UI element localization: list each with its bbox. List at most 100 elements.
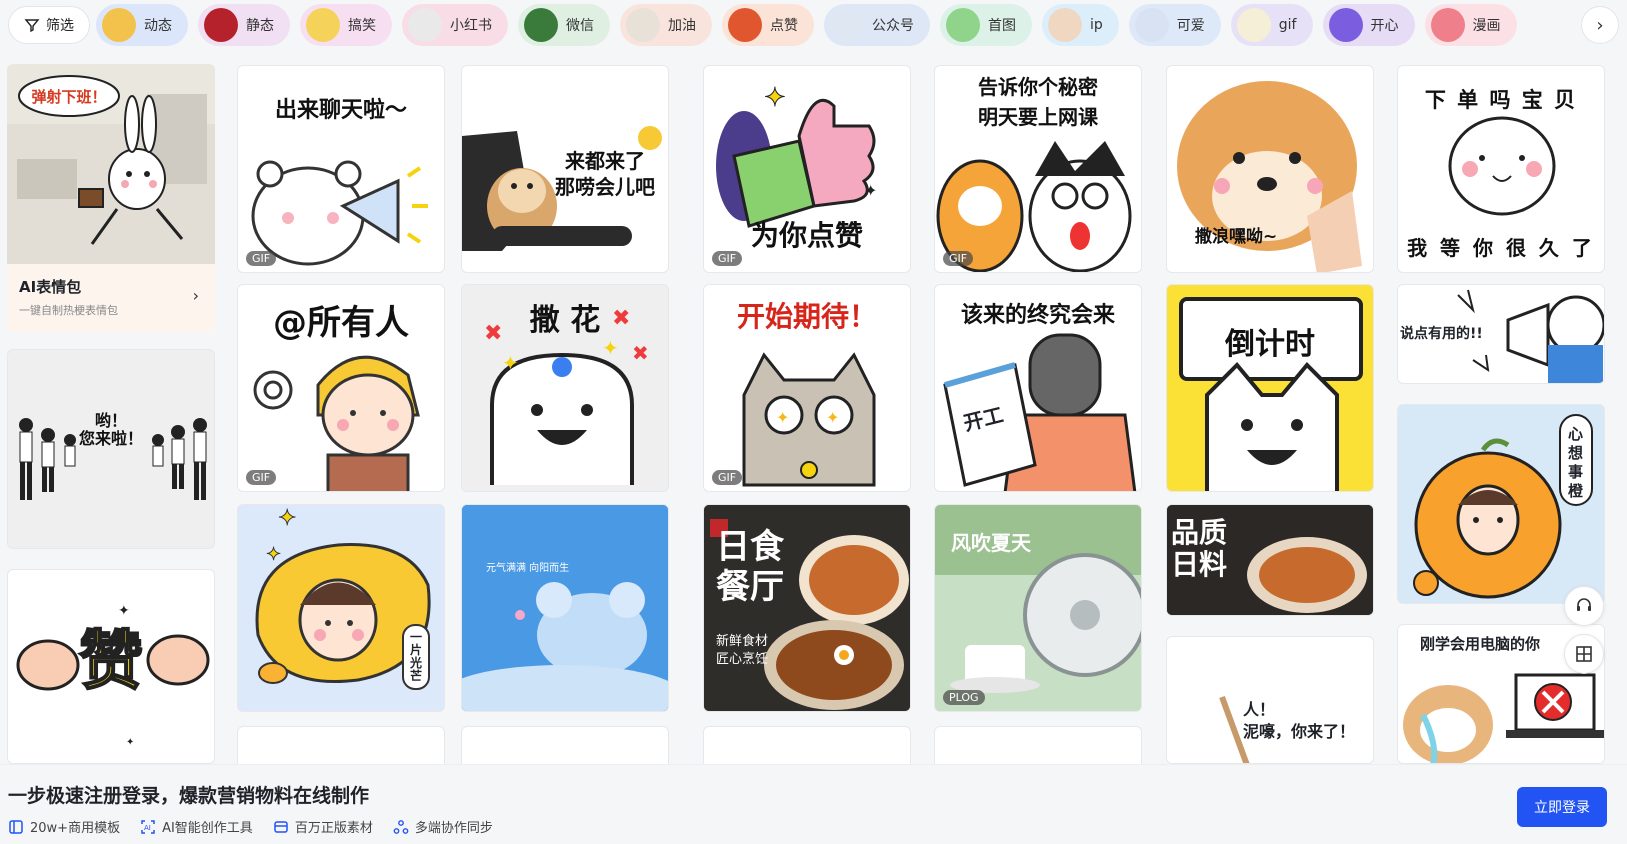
- sticker-card[interactable]: 人！ 泥嚎，你来了！: [1166, 636, 1374, 764]
- category-chip[interactable]: 开心: [1322, 4, 1415, 46]
- sticker-card[interactable]: [461, 726, 669, 764]
- sticker-card[interactable]: 来都来了 那唠会儿吧: [461, 65, 669, 273]
- ai-sticker-card[interactable]: 弹射下班！ AI表情包 一键自制热梗表情包 ›: [7, 64, 215, 332]
- chip-label: 小红书: [450, 18, 492, 34]
- template-icon: [9, 819, 23, 834]
- feature-label: 20w+商用模板: [30, 821, 121, 836]
- register-promo-bar: 一步极速注册登录，爆款营销物料在线制作 20w+商用模板 AI AI智能创作工具…: [0, 764, 1627, 844]
- chip-label: 静态: [246, 18, 274, 34]
- customer-service-button[interactable]: [1564, 586, 1604, 626]
- sticker-card[interactable]: 出来聊天啦～ GIF: [237, 65, 445, 273]
- cloud-bear-illustration: [462, 505, 668, 711]
- chip-thumbnail: [728, 8, 762, 42]
- sticker-card[interactable]: ✦ ✦ 为你点赞 GIF: [703, 65, 911, 273]
- feature-ai: AI AI智能创作工具: [140, 817, 253, 836]
- chip-thumbnail: [408, 8, 442, 42]
- svg-text:✦: ✦: [776, 408, 789, 427]
- sticker-caption: 该来的终究会来: [960, 303, 1115, 328]
- category-chip[interactable]: 公众号: [824, 4, 930, 46]
- sticker-card[interactable]: 元气满满 向阳而生: [461, 504, 669, 712]
- gif-badge: GIF: [943, 251, 974, 266]
- sticker-card[interactable]: 该来的终究会来 开工: [934, 284, 1142, 492]
- feature-templates: 20w+商用模板: [8, 817, 120, 836]
- sticker-caption: 元气满满 向阳而生: [486, 563, 570, 574]
- sticker-card[interactable]: 下 单 吗 宝 贝 我 等 你 很 久 了: [1397, 65, 1605, 273]
- sticker-card[interactable]: 品质 日料: [1166, 504, 1374, 616]
- category-bar: 筛选 动态 静态 搞笑 小红书 微信 加油 点赞 公众号 首图 ip 可爱 gif 开心 漫画 ›: [0, 0, 1627, 50]
- chip-label: 加油: [668, 18, 696, 34]
- category-chip[interactable]: 静态: [198, 4, 290, 46]
- grid-icon: [1576, 646, 1592, 662]
- promo-title: 一步极速注册登录，爆款营销物料在线制作: [8, 785, 370, 807]
- svg-text:✦: ✦: [864, 181, 877, 200]
- sticker-caption: 品质 日料: [1171, 516, 1228, 581]
- sticker-card[interactable]: [237, 726, 445, 764]
- sticker-caption: 开始期待！: [736, 300, 877, 333]
- sticker-card[interactable]: 说点有用的!!: [1397, 284, 1605, 384]
- gif-badge: GIF: [712, 470, 743, 485]
- sticker-card[interactable]: 哟！ 您来啦！: [7, 349, 215, 549]
- sticker-card[interactable]: 开始期待！ ✦ ✦ GIF: [703, 284, 911, 492]
- ai-card-illustration: 弹射下班！: [7, 64, 215, 264]
- chip-thumbnail: [1328, 8, 1363, 42]
- category-chip[interactable]: 可爱: [1128, 4, 1221, 46]
- sticker-caption: @所有人: [273, 303, 409, 343]
- chip-label: 可爱: [1176, 18, 1205, 34]
- ai-card-art-text: 弹射下班！: [31, 88, 106, 106]
- rabbit-illustration: 弹射下班！: [7, 75, 215, 264]
- chip-label: 公众号: [872, 18, 914, 34]
- ai-card-subtitle: 一键自制热梗表情包: [19, 304, 118, 317]
- chips-next-button[interactable]: ›: [1581, 6, 1619, 44]
- sticker-card[interactable]: [703, 726, 911, 764]
- category-chip[interactable]: 微信: [518, 4, 610, 46]
- chip-label: ip: [1090, 17, 1103, 33]
- gif-badge: GIF: [246, 470, 277, 485]
- login-button[interactable]: 立即登录: [1517, 787, 1607, 827]
- sticker-card[interactable]: 心想事橙: [1397, 404, 1605, 604]
- sticker-card[interactable]: @所有人 GIF: [237, 284, 445, 492]
- category-chip[interactable]: ip: [1042, 4, 1119, 46]
- chip-label: 动态: [144, 18, 172, 34]
- chip-thumbnail: [306, 8, 340, 42]
- sticker-card[interactable]: 日食 餐厅 新鲜食材 匠心烹饪: [703, 504, 911, 712]
- sticker-caption: 风吹夏天: [951, 531, 1031, 555]
- svg-text:✦: ✦: [602, 336, 619, 360]
- sticker-card[interactable]: ✦ ✦ 赞: [7, 569, 215, 764]
- filter-button[interactable]: 筛选: [8, 6, 90, 44]
- sticker-card[interactable]: 风吹夏天 PLOG: [934, 504, 1142, 712]
- sync-icon: [393, 819, 409, 834]
- chip-thumbnail: [524, 8, 558, 42]
- sticker-card[interactable]: 撒 花 ✖ ✖ ✖ ✦ ✦: [461, 284, 669, 492]
- chip-label: 点赞: [770, 18, 798, 34]
- sticker-card[interactable]: 告诉你个秘密 明天要上网课 GIF: [934, 65, 1142, 273]
- feature-assets: 百万正版素材: [273, 817, 373, 836]
- chip-label: 搞笑: [348, 18, 376, 34]
- category-chip[interactable]: 加油: [620, 4, 712, 46]
- chip-label: 微信: [566, 18, 594, 34]
- category-chip[interactable]: 动态: [96, 4, 188, 46]
- layout-toggle-button[interactable]: [1564, 634, 1604, 674]
- sticker-card[interactable]: 倒计时: [1166, 284, 1374, 492]
- svg-text:✦: ✦: [126, 737, 134, 748]
- feature-sync: 多端协作同步: [393, 817, 493, 836]
- category-chip[interactable]: 小红书: [402, 4, 508, 46]
- category-chip[interactable]: gif: [1230, 4, 1313, 46]
- ai-card-title: AI表情包: [19, 278, 82, 296]
- sticker-subcaption: 新鲜食材 匠心烹饪: [716, 634, 769, 667]
- category-chip[interactable]: 漫画: [1424, 4, 1517, 46]
- chip-thumbnail: [1134, 8, 1169, 42]
- feature-label: AI智能创作工具: [162, 821, 253, 836]
- category-chip[interactable]: 首图: [940, 4, 1032, 46]
- sticker-caption: 人！ 泥嚎，你来了！: [1243, 700, 1356, 741]
- category-chip[interactable]: 点赞: [722, 4, 814, 46]
- chip-label: gif: [1278, 17, 1297, 33]
- category-chip[interactable]: 搞笑: [300, 4, 392, 46]
- chip-thumbnail: [626, 8, 660, 42]
- promo-features: 20w+商用模板 AI AI智能创作工具 百万正版素材 多端协作同步: [8, 817, 493, 836]
- sticker-card[interactable]: 撒浪嘿呦~: [1166, 65, 1374, 273]
- sticker-caption: 一片光芒: [410, 630, 423, 683]
- sticker-caption: 出来聊天啦～: [274, 98, 407, 123]
- chip-thumbnail: [204, 8, 238, 42]
- sticker-card[interactable]: [934, 726, 1142, 764]
- sticker-card[interactable]: ✦ ✦ 一片光芒: [237, 504, 445, 712]
